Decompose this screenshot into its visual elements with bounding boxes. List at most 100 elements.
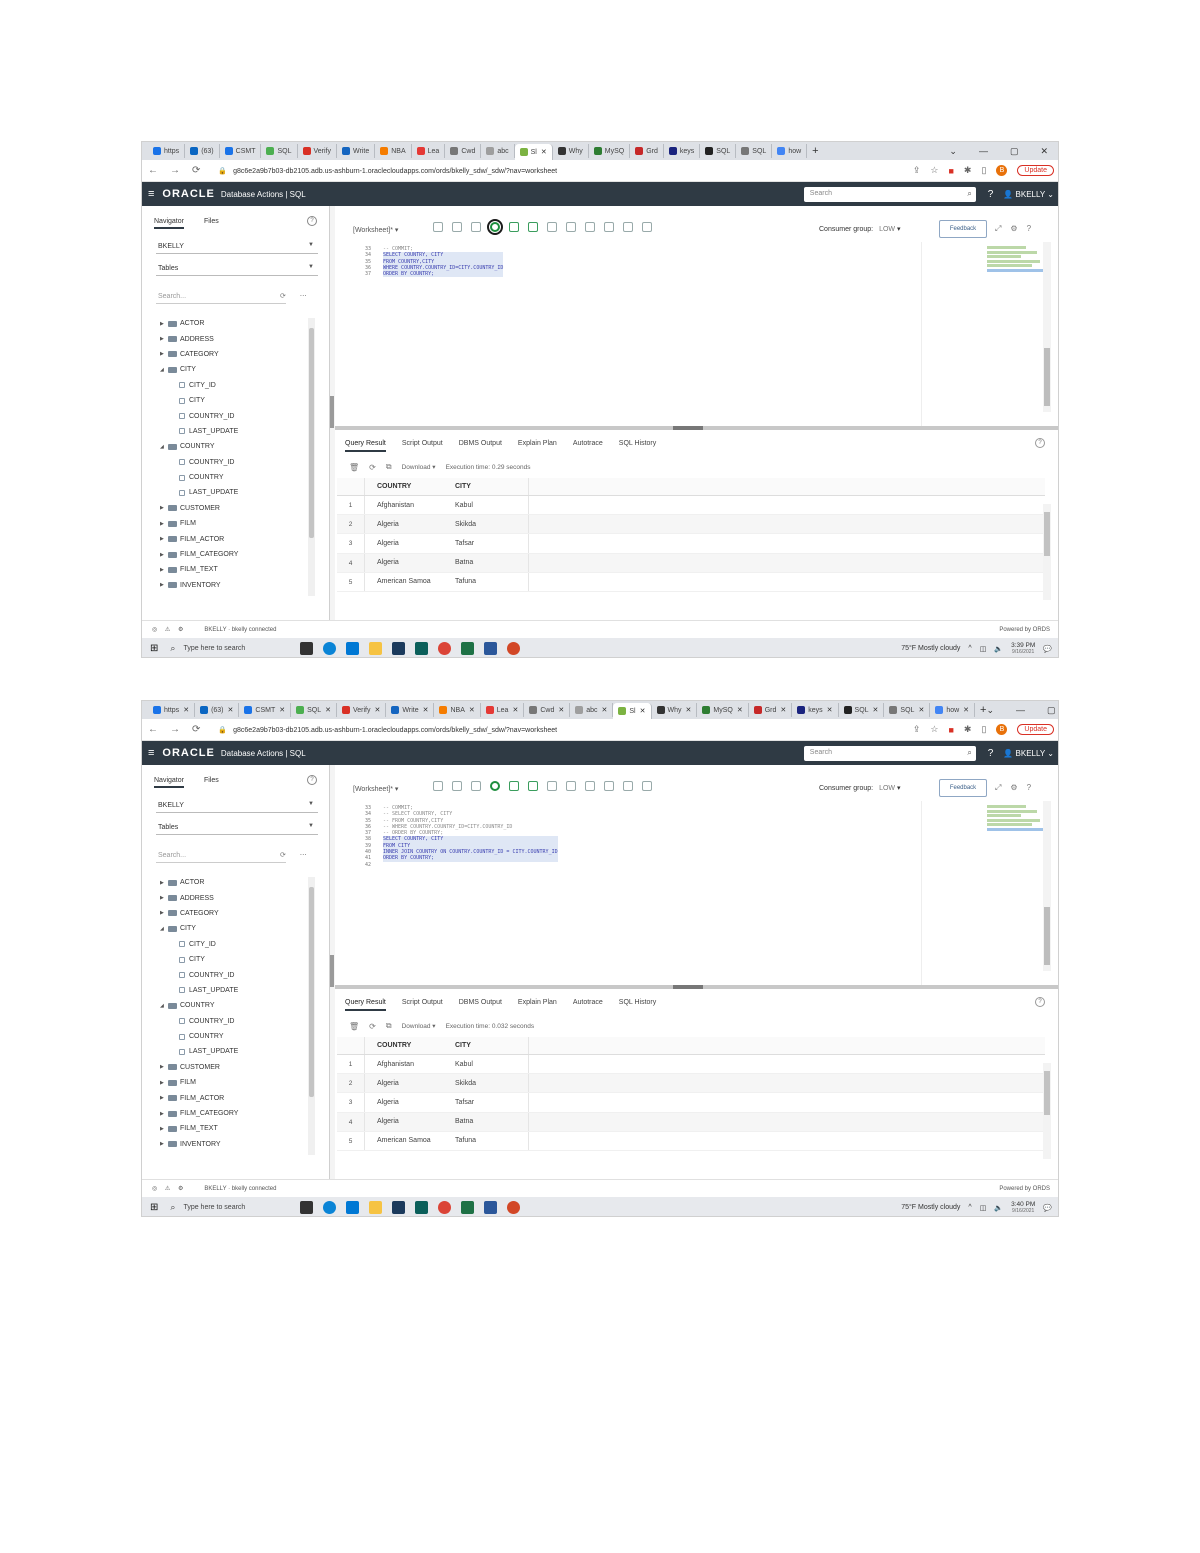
sql-editor[interactable]: 33 34 35 36 37 -- COMMIT; SELECT COUNTRY, CIT… (335, 242, 1058, 428)
results-scrollbar-thumb[interactable] (1044, 512, 1050, 556)
tab-explain-plan[interactable]: Explain Plan (518, 440, 557, 452)
splitter-grip[interactable] (330, 955, 334, 987)
chrome-app-icon[interactable] (438, 642, 452, 655)
table-row[interactable]: 2 Algeria Skikda (337, 515, 1045, 535)
browser-tab[interactable]: Grd ✕ (749, 703, 793, 717)
edge-app-icon[interactable] (323, 1201, 337, 1214)
results-scrollbar-thumb[interactable] (1044, 1071, 1050, 1115)
cell-country[interactable]: Algeria (365, 1080, 449, 1087)
tree-column-item[interactable]: CITY_ID (160, 937, 310, 952)
tree-column-item[interactable]: COUNTRY_ID (160, 1014, 310, 1029)
tree-column-item[interactable]: LAST_UPDATE (160, 485, 310, 500)
tree-table-item[interactable]: ▶LANGUAGE (160, 593, 310, 596)
teams-app-icon[interactable] (415, 642, 429, 655)
tray-chevron-icon[interactable]: ^ (968, 645, 971, 652)
close-tab-icon[interactable]: ✕ (963, 706, 969, 714)
browser-tab[interactable]: keys (664, 144, 701, 158)
run-statement-icon[interactable] (490, 781, 500, 791)
close-tab-icon[interactable]: ✕ (780, 706, 786, 714)
tab-script-output[interactable]: Script Output (402, 440, 443, 452)
user-menu[interactable]: 👤 BKELLY ⌄ (1003, 749, 1054, 758)
browser-tab[interactable]: MySQ (589, 144, 631, 158)
tree-column-item[interactable]: COUNTRY_ID (160, 455, 310, 470)
browser-tab[interactable]: keys ✕ (792, 703, 839, 717)
browser-tab[interactable]: (63) ✕ (195, 703, 240, 717)
tree-column-item[interactable]: COUNTRY (160, 1029, 310, 1044)
open-in-new-icon[interactable]: ⧉ (386, 462, 392, 472)
editor-scrollbar-thumb[interactable] (1044, 348, 1050, 406)
close-tab-icon[interactable]: ✕ (228, 706, 234, 714)
close-tab-icon[interactable]: ✕ (423, 706, 429, 714)
url-field[interactable]: 🔒 g8c6e2a9b7b03-db2105.adb.us-ashburn-1.o… (218, 167, 557, 175)
navigator-help-icon[interactable]: ? (307, 216, 317, 226)
autotrace-icon[interactable] (547, 781, 557, 791)
tab-sql-history[interactable]: SQL History (619, 440, 656, 452)
clear-icon[interactable] (566, 781, 576, 791)
sidebar-icon[interactable]: ▯ (981, 165, 986, 176)
navigator-search-input[interactable]: Search... (156, 290, 286, 304)
editor-scrollbar[interactable] (1043, 242, 1051, 412)
table-row[interactable]: 5 American Samoa Tafuna (337, 1131, 1045, 1151)
table-row[interactable]: 3 Algeria Tafsar (337, 1093, 1045, 1113)
close-tab-icon[interactable]: ✕ (279, 706, 285, 714)
text-case-icon[interactable] (623, 222, 633, 232)
close-window-icon[interactable]: ✕ (1040, 146, 1048, 157)
excel-app-icon[interactable] (461, 1201, 475, 1214)
taskbar-search[interactable]: ⌕ Type here to search (170, 641, 280, 656)
collapsed-icon[interactable]: ▶ (160, 880, 168, 886)
notifications-icon[interactable]: 💬 (1043, 1204, 1052, 1212)
expanded-icon[interactable]: ◢ (160, 367, 168, 373)
excel-app-icon[interactable] (461, 642, 475, 655)
settings-icon[interactable]: ⚙ (1010, 224, 1017, 234)
browser-tab[interactable]: Grd (630, 144, 664, 158)
tree-table-item[interactable]: ▶ FILM_CATEGORY (160, 1106, 310, 1121)
browser-tab[interactable]: CSMT ✕ (239, 703, 292, 717)
back-icon[interactable]: ← (148, 165, 158, 176)
tree-table-item[interactable]: ▶ CATEGORY (160, 347, 310, 362)
share-icon[interactable]: ⇪ (913, 724, 921, 735)
store-app-icon[interactable] (392, 642, 406, 655)
clear-icon[interactable] (566, 222, 576, 232)
profile-avatar[interactable]: B (996, 165, 1008, 176)
tab-navigator[interactable]: Navigator (154, 777, 184, 788)
collapsed-icon[interactable]: ▶ (160, 1095, 168, 1101)
feedback-button[interactable]: Feedback (939, 220, 987, 238)
cell-city[interactable]: Kabul (449, 1055, 529, 1074)
navigator-help-icon[interactable]: ? (307, 775, 317, 785)
help-icon[interactable]: ? (1027, 224, 1031, 234)
collapsed-icon[interactable]: ▶ (160, 567, 168, 573)
tree-table-item[interactable]: ▶ INVENTORY (160, 1137, 310, 1152)
tree-scrollbar-thumb[interactable] (309, 328, 314, 538)
browser-tab[interactable]: abc ✕ (570, 703, 614, 717)
run-statement-icon[interactable] (487, 219, 503, 235)
browser-tab[interactable]: CSMT (220, 144, 262, 158)
help-icon[interactable]: ? (988, 748, 994, 759)
schema-select[interactable]: BKELLY ▼ (156, 240, 318, 254)
column-header-city[interactable]: CITY (449, 478, 529, 495)
close-tab-icon[interactable]: ✕ (512, 706, 518, 714)
table-row[interactable]: 1 Afghanistan Kabul (337, 1055, 1045, 1075)
collapsed-icon[interactable]: ▶ (160, 321, 168, 327)
tab-search-icon[interactable]: ⌄ (949, 146, 957, 157)
weather-widget[interactable]: 75°F Mostly cloudy (901, 1204, 960, 1211)
tree-table-item[interactable]: ▶ CATEGORY (160, 906, 310, 921)
tab-files[interactable]: Files (204, 777, 219, 788)
column-header-country[interactable]: COUNTRY (365, 1042, 449, 1049)
reload-icon[interactable]: ⟳ (192, 165, 200, 176)
cell-city[interactable]: Tafuna (449, 572, 529, 591)
close-tab-icon[interactable]: ✕ (183, 706, 189, 714)
forward-icon[interactable]: → (170, 724, 180, 735)
object-type-select[interactable]: Tables ▼ (156, 821, 318, 835)
browser-tab[interactable]: SQL ✕ (884, 703, 931, 717)
tree-table-item[interactable]: ▶ CUSTOMER (160, 1060, 310, 1075)
tree-table-item[interactable]: ◢ CITY (160, 362, 310, 377)
tray-chevron-icon[interactable]: ^ (968, 1204, 971, 1211)
browser-tab[interactable]: Write (337, 144, 376, 158)
tree-column-item[interactable]: COUNTRY_ID (160, 408, 310, 423)
expanded-icon[interactable]: ◢ (160, 444, 168, 450)
code-lines[interactable]: -- COMMIT; -- SELECT COUNTRY, CITY -- FROM… (383, 805, 558, 868)
help-icon[interactable]: ? (1027, 783, 1031, 793)
extension-icon[interactable]: ■ (948, 166, 953, 176)
network-icon[interactable]: ◫ (980, 645, 987, 653)
column-header-city[interactable]: CITY (449, 1037, 529, 1054)
